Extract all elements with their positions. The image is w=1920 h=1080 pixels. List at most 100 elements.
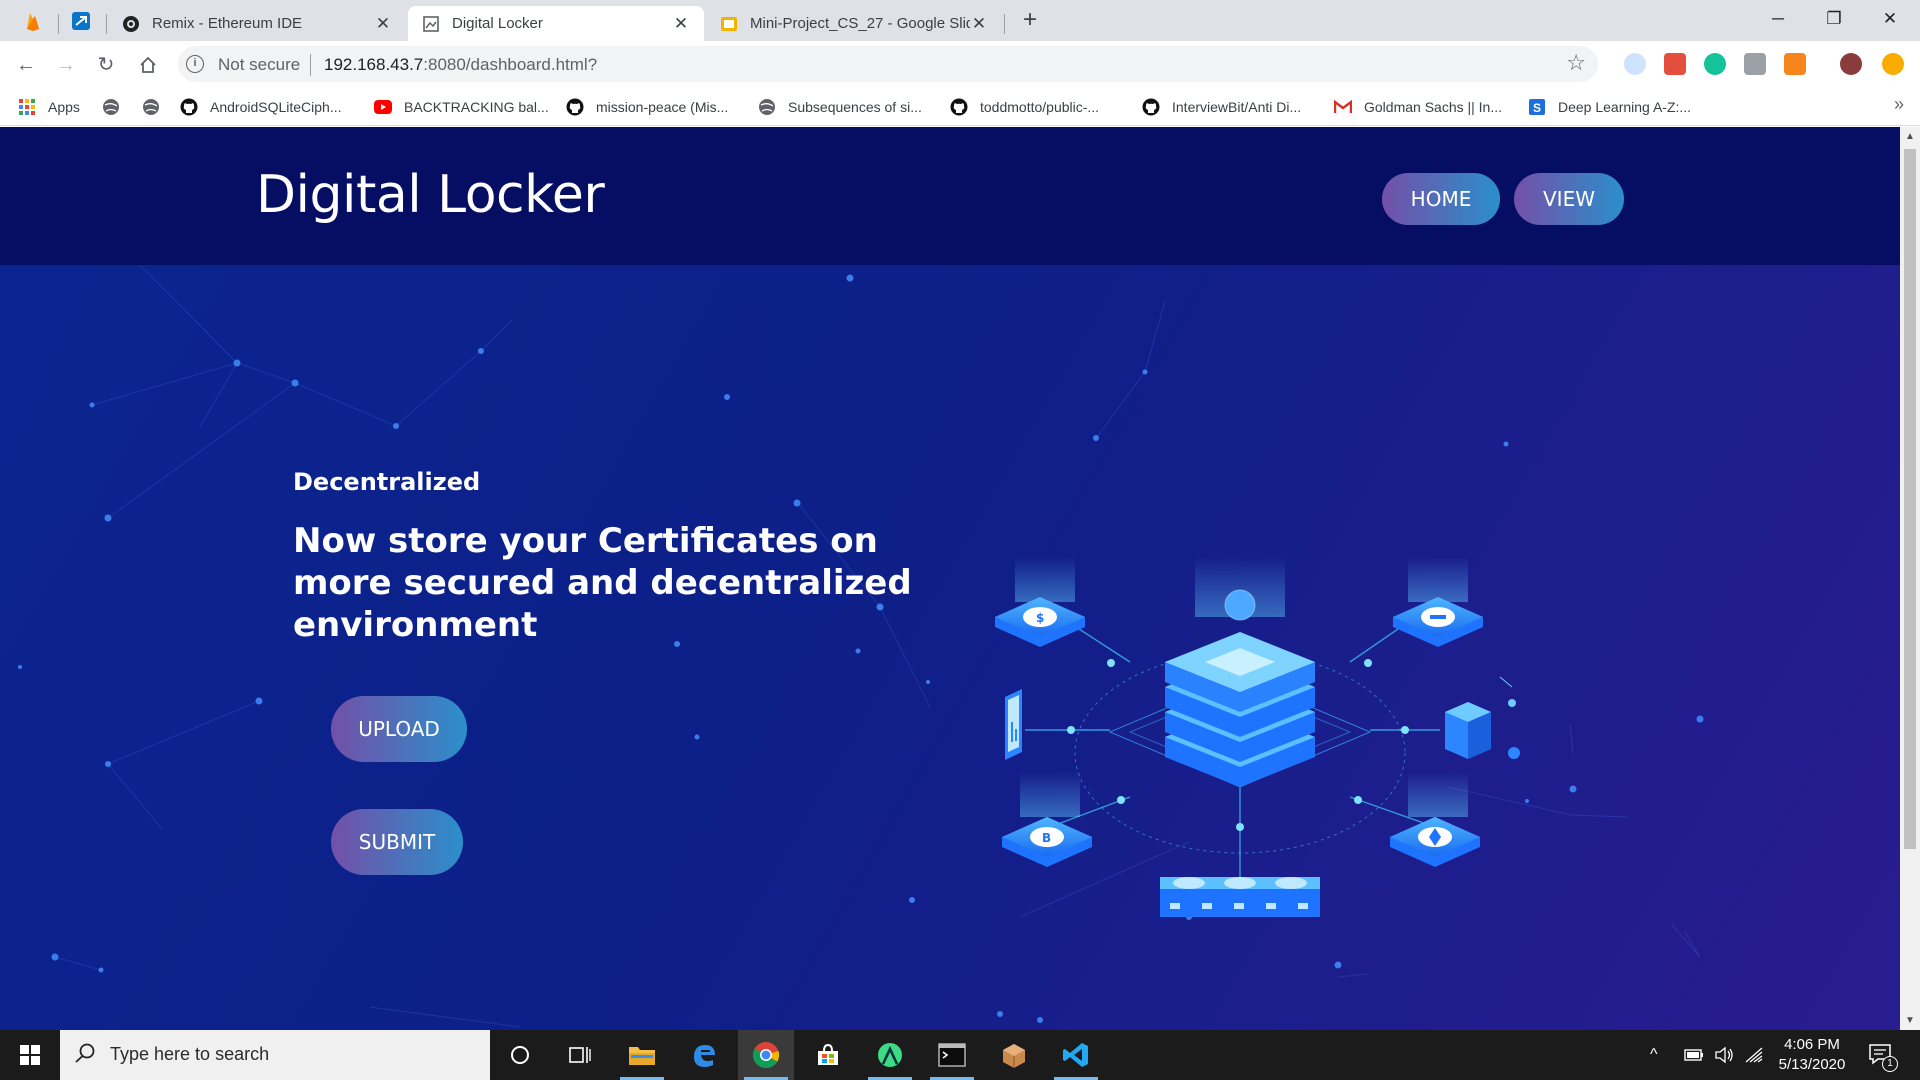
- bookmark-label: mission-peace (Mis...: [596, 99, 729, 115]
- github-icon: [950, 98, 968, 116]
- url-text[interactable]: 192.168.43.7:8080/dashboard.html?: [324, 55, 597, 75]
- bookmark-apps[interactable]: Apps: [18, 96, 80, 118]
- address-bar[interactable]: i Not secure 192.168.43.7:8080/dashboard…: [178, 46, 1598, 82]
- tab-close-icon[interactable]: ✕: [374, 14, 392, 34]
- store-icon: [818, 1043, 838, 1065]
- bookmarks-bar: Apps AndroidSQLiteCiph... BACKTRACKING b…: [0, 88, 1920, 126]
- wifi-icon[interactable]: [1744, 1030, 1764, 1080]
- svg-text:S: S: [1533, 101, 1541, 115]
- page-scrollbar[interactable]: ▲ ▼: [1900, 127, 1920, 1030]
- edge-icon: [694, 1045, 715, 1067]
- taskbar-android-studio[interactable]: [862, 1030, 918, 1080]
- bookmark-item[interactable]: S Deep Learning A-Z:...: [1528, 96, 1691, 118]
- restore-button[interactable]: ❐: [1806, 0, 1862, 40]
- home-icon: [140, 56, 156, 73]
- taskbar-edge[interactable]: [676, 1030, 732, 1080]
- bookmark-item[interactable]: InterviewBit/Anti Di...: [1142, 96, 1301, 118]
- reload-button[interactable]: ↻: [90, 49, 122, 81]
- bookmark-item[interactable]: mission-peace (Mis...: [566, 96, 728, 118]
- action-center-button[interactable]: 1: [1868, 1030, 1898, 1080]
- bookmark-globe[interactable]: [102, 96, 132, 118]
- info-icon[interactable]: i: [186, 55, 204, 73]
- upload-button[interactable]: UPLOAD: [331, 696, 467, 762]
- taskbar-chrome[interactable]: [738, 1030, 794, 1080]
- site-brand[interactable]: Digital Locker: [256, 165, 605, 225]
- tab-title: Mini-Project_CS_27 - Google Slid: [750, 15, 970, 32]
- close-window-button[interactable]: ✕: [1862, 0, 1918, 40]
- package-box-icon: [1445, 676, 1520, 759]
- metamask-icon[interactable]: [1784, 53, 1806, 75]
- bookmark-label: Deep Learning A-Z:...: [1558, 99, 1692, 115]
- nav-view-button[interactable]: VIEW: [1514, 173, 1624, 225]
- profile-avatar[interactable]: [1840, 53, 1862, 75]
- scroll-up-arrow-icon[interactable]: ▲: [1905, 131, 1915, 142]
- youtube-icon: [374, 98, 392, 116]
- taskbar-terminal[interactable]: [924, 1030, 980, 1080]
- scrollbar-thumb[interactable]: [1904, 149, 1916, 849]
- tab-remix[interactable]: Remix - Ethereum IDE ✕: [108, 6, 406, 41]
- forward-button[interactable]: →: [50, 49, 82, 81]
- bookmark-label: BACKTRACKING bal...: [404, 99, 549, 115]
- bookmark-globe[interactable]: [142, 96, 172, 118]
- tab-title: Remix - Ethereum IDE: [152, 15, 303, 32]
- bookmark-item[interactable]: Subsequences of si...: [758, 96, 922, 118]
- search-placeholder: Type here to search: [110, 1044, 270, 1064]
- grammarly-icon[interactable]: [1704, 53, 1726, 75]
- start-button[interactable]: [0, 1030, 60, 1080]
- bookmark-item[interactable]: Goldman Sachs || In...: [1334, 96, 1502, 118]
- app-logo-icon: [72, 12, 90, 30]
- vscode-icon: [1063, 1043, 1088, 1067]
- taskbar-vscode[interactable]: [1048, 1030, 1104, 1080]
- terminal-icon: [938, 1043, 966, 1067]
- blockchain-illustration: $ B: [995, 557, 1520, 917]
- site-header: Digital Locker HOME VIEW: [0, 127, 1900, 265]
- cortana-button[interactable]: [492, 1030, 548, 1080]
- battery-icon[interactable]: [1684, 1030, 1704, 1080]
- browser-toolbar: ← → ↻ i Not secure 192.168.43.7:8080/das…: [0, 41, 1920, 88]
- gmail-icon: [1334, 98, 1352, 116]
- tab-digital-locker[interactable]: Digital Locker ✕: [408, 6, 704, 41]
- pinned-tab-firebase[interactable]: [16, 6, 50, 36]
- bookmark-item[interactable]: BACKTRACKING bal...: [374, 96, 549, 118]
- tab-separator: [58, 14, 59, 34]
- page-favicon-icon: [422, 15, 440, 33]
- new-tab-button[interactable]: +: [1016, 6, 1044, 34]
- pdf-extension-icon[interactable]: [1664, 53, 1686, 75]
- taskbar-virtualbox[interactable]: [986, 1030, 1042, 1080]
- extension-icon[interactable]: [1624, 53, 1646, 75]
- bookmark-item[interactable]: toddmotto/public-...: [950, 96, 1099, 118]
- tab-google-slides[interactable]: Mini-Project_CS_27 - Google Slid ✕: [706, 6, 1002, 41]
- bookmark-item[interactable]: AndroidSQLiteCiph...: [180, 96, 342, 118]
- pinned-tab-app[interactable]: [64, 6, 98, 36]
- volume-icon[interactable]: [1714, 1030, 1734, 1080]
- tray-overflow-button[interactable]: ^: [1650, 1030, 1658, 1080]
- folder-icon: [629, 1047, 655, 1065]
- home-button[interactable]: [132, 49, 164, 81]
- update-icon[interactable]: [1882, 53, 1904, 75]
- nav-home-button[interactable]: HOME: [1382, 173, 1500, 225]
- chrome-icon: [752, 1042, 780, 1069]
- browser-tab-strip: Remix - Ethereum IDE ✕ Digital Locker ✕ …: [0, 0, 1920, 41]
- more-bookmarks-button[interactable]: »: [1894, 94, 1904, 115]
- scroll-down-arrow-icon[interactable]: ▼: [1905, 1015, 1915, 1026]
- tab-title: Digital Locker: [452, 15, 543, 32]
- bookmark-star-icon[interactable]: ☆: [1566, 50, 1586, 76]
- back-button[interactable]: ←: [10, 49, 42, 81]
- tab-separator: [1004, 14, 1005, 34]
- tab-separator: [106, 14, 107, 34]
- submit-button[interactable]: SUBMIT: [331, 809, 463, 875]
- page-content: Digital Locker HOME VIEW Decentralized N…: [0, 127, 1920, 1030]
- tab-close-icon[interactable]: ✕: [970, 14, 988, 34]
- extension-icon[interactable]: [1744, 53, 1766, 75]
- taskbar-clock[interactable]: 4:06 PM 5/13/2020: [1762, 1035, 1862, 1075]
- taskbar-search-box[interactable]: Type here to search: [60, 1030, 490, 1080]
- taskbar-file-explorer[interactable]: [614, 1030, 670, 1080]
- google-slides-icon: [720, 15, 738, 33]
- tab-close-icon[interactable]: ✕: [672, 14, 690, 34]
- taskbar-store[interactable]: [800, 1030, 856, 1080]
- clock-time: 4:06 PM: [1784, 1036, 1840, 1053]
- minimize-button[interactable]: ─: [1750, 0, 1806, 40]
- divider: [310, 54, 311, 76]
- task-view-button[interactable]: [552, 1030, 608, 1080]
- windows-taskbar: Type here to search ^ 4:06 PM 5/13/2020: [0, 1030, 1920, 1080]
